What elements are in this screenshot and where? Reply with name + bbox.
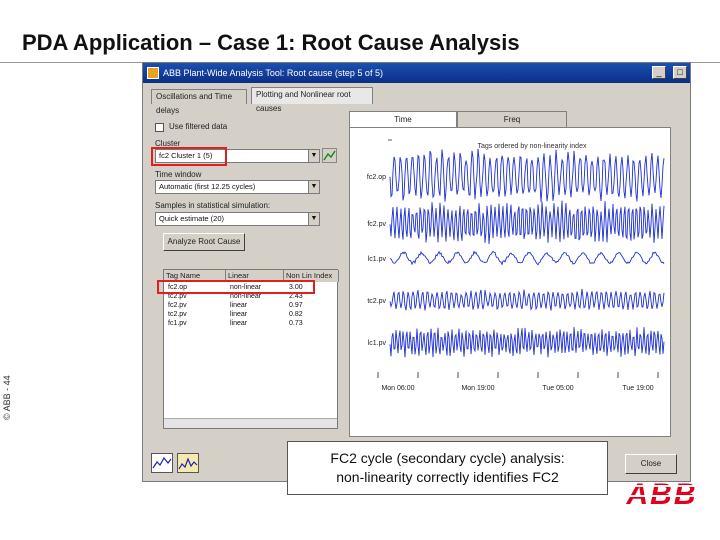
series-trace (389, 200, 665, 245)
surrogate-select[interactable]: Quick estimate (20) ▼ (155, 212, 320, 226)
minimize-button[interactable]: _ (652, 66, 666, 79)
maximize-button[interactable]: □ (673, 66, 687, 79)
trend-view-icon[interactable] (151, 453, 173, 473)
close-button[interactable]: Close (625, 454, 677, 474)
analysis-window: ABB Plant-Wide Analysis Tool: Root cause… (142, 62, 691, 482)
slide-title: PDA Application – Case 1: Root Cause Ana… (22, 30, 520, 55)
series-label: fc2.op (367, 174, 386, 181)
table-row[interactable]: tc2.pv linear 0.82 (164, 310, 337, 319)
row-tag: fc2.pv (168, 302, 187, 309)
cluster-highlight (151, 147, 227, 166)
surrogate-value: Quick estimate (20) (159, 214, 225, 223)
use-filtered-label: Use filtered data (169, 122, 228, 131)
chevron-down-icon[interactable]: ▼ (308, 181, 319, 193)
row-linear: linear (230, 311, 248, 318)
plot-title: Tags ordered by non-linearity index (478, 143, 587, 150)
time-trend-plot[interactable]: Tags ordered by non-linearity index fc2.… (349, 127, 671, 437)
row-linear: linear (230, 302, 248, 309)
plot-panel: Time Freq Tags ordered by non-linearity … (343, 111, 678, 446)
row-linear: linear (230, 320, 248, 327)
top-row-highlight (157, 280, 315, 294)
spectrum-view-icon[interactable] (177, 453, 199, 473)
row-tag: tc2.pv (168, 311, 187, 318)
series-trace (389, 250, 665, 266)
tab-plotting-nonlinear[interactable]: Plotting and Nonlinear root causes (251, 87, 373, 113)
window-title: ABB Plant-Wide Analysis Tool: Root cause… (163, 68, 383, 78)
tab-time[interactable]: Time (349, 111, 457, 127)
x-tick-label: Mon 19:00 (461, 385, 494, 392)
time-window-value: Automatic (first 12.25 cycles) (159, 182, 256, 191)
series-label: lc1.pv (368, 256, 387, 263)
time-window-label: Time window (155, 170, 202, 179)
use-filtered-checkbox[interactable] (155, 123, 164, 132)
window-titlebar[interactable]: ABB Plant-Wide Analysis Tool: Root cause… (143, 63, 690, 83)
table-row[interactable]: fc2.pv linear 0.97 (164, 301, 337, 310)
series-trace (389, 148, 665, 202)
row-index: 0.82 (289, 311, 303, 318)
time-window-select[interactable]: Automatic (first 12.25 cycles) ▼ (155, 180, 320, 194)
tab-freq[interactable]: Freq (457, 111, 567, 127)
abb-logo: ABB (612, 478, 712, 510)
x-tick-label: Tue 05:00 (542, 385, 573, 392)
tab-oscillations[interactable]: Oscillations and Time delays (151, 89, 247, 115)
row-tag: fc1.pv (168, 320, 187, 327)
callout-line-1: FC2 cycle (secondary cycle) analysis: (330, 450, 565, 466)
plot-check-icon[interactable] (322, 148, 337, 163)
analysis-callout: FC2 cycle (secondary cycle) analysis: no… (287, 441, 608, 495)
surrogate-label: Samples in statistical simulation: (155, 201, 271, 210)
series-trace (389, 327, 665, 358)
list-scrollbar[interactable] (164, 418, 337, 428)
analyze-root-cause-button[interactable]: Analyze Root Cause (163, 233, 245, 251)
series-trace (389, 288, 665, 311)
callout-line-2: non-linearity correctly identifies FC2 (336, 469, 559, 485)
table-row[interactable]: fc1.pv linear 0.73 (164, 319, 337, 328)
chevron-down-icon[interactable]: ▼ (308, 150, 319, 162)
chevron-down-icon[interactable]: ▼ (308, 213, 319, 225)
row-index: 0.73 (289, 320, 303, 327)
row-index: 0.97 (289, 302, 303, 309)
app-icon (147, 67, 159, 79)
slide-number-label: © ABB - 44 (2, 375, 12, 420)
x-tick-label: Mon 06:00 (381, 385, 414, 392)
abb-logo-text: ABB (626, 478, 698, 510)
trend-svg: Tags ordered by non-linearity index fc2.… (367, 139, 665, 392)
series-label: fc2.pv (367, 221, 386, 228)
series-label: lc1.pv (368, 340, 387, 347)
series-label: tc2.pv (367, 298, 386, 305)
x-tick-label: Tue 19:00 (622, 385, 653, 392)
